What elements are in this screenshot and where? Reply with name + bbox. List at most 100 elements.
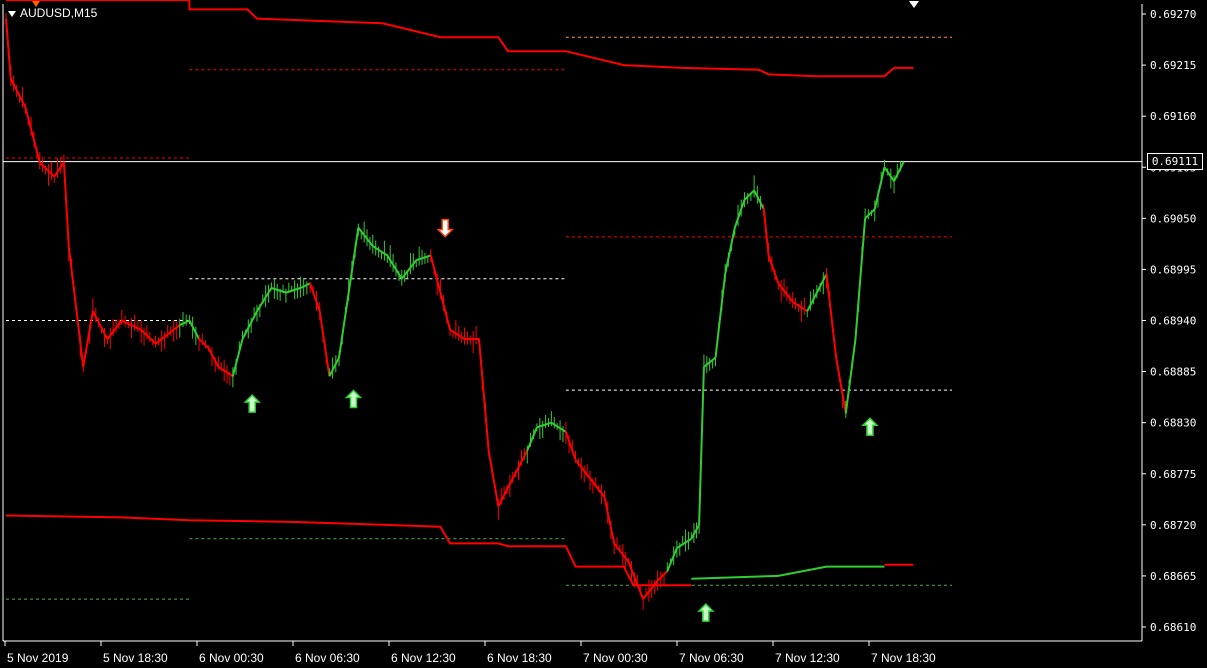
- price-segment: [676, 537, 692, 549]
- price-segment: [256, 287, 273, 312]
- sell-arrow-icon[interactable]: [436, 218, 455, 238]
- price-segment: [883, 166, 895, 182]
- time-tick-label: 6 Nov 00:30: [199, 651, 264, 665]
- price-segment: [179, 319, 190, 327]
- price-segment: [39, 161, 55, 178]
- time-tick-label: 5 Nov 18:30: [103, 651, 168, 665]
- time-tick-label: 7 Nov 06:30: [679, 651, 744, 665]
- price-segment: [357, 227, 374, 247]
- price-segment: [449, 328, 466, 340]
- price-segment: [613, 542, 630, 563]
- chevron-down-icon[interactable]: [8, 10, 16, 17]
- time-tick-label: 6 Nov 18:30: [487, 651, 552, 665]
- price-segment: [318, 311, 331, 377]
- price-segment: [439, 292, 452, 331]
- price-segment: [526, 426, 538, 451]
- price-segment: [299, 282, 311, 289]
- buy-arrow-icon[interactable]: [344, 389, 363, 409]
- price-segment: [536, 421, 552, 429]
- price-segment: [589, 477, 606, 498]
- price-segment: [67, 246, 85, 368]
- arrow-shape: [861, 417, 879, 437]
- price-segment: [806, 292, 818, 312]
- price-segment: [372, 245, 388, 257]
- price-segment: [386, 254, 403, 280]
- price-segment: [603, 496, 616, 544]
- level-lines: [3, 36, 1142, 600]
- price-tick-label: 0.69215: [1150, 59, 1196, 72]
- symbol-title-text: AUDUSD,M15: [20, 6, 98, 20]
- price-segment: [825, 273, 838, 358]
- buy-arrow-icon[interactable]: [697, 603, 715, 622]
- price-tick-label: 0.68995: [1150, 263, 1196, 276]
- price-segment: [198, 338, 210, 350]
- price-segment: [82, 311, 94, 368]
- price-segment: [743, 189, 755, 201]
- price-segment: [241, 310, 258, 340]
- arrow-shape: [436, 218, 455, 238]
- price-segment: [835, 357, 847, 414]
- price-segment: [864, 208, 876, 220]
- price-series: [5, 13, 905, 610]
- price-tick-label: 0.68830: [1150, 417, 1196, 430]
- price-segment: [893, 161, 905, 182]
- price-segment: [753, 190, 765, 210]
- price-segment: [53, 162, 65, 178]
- price-segment: [9, 78, 27, 108]
- price-segment: [309, 283, 321, 312]
- price-segment: [873, 167, 886, 210]
- price-segment: [767, 255, 780, 284]
- time-tick-label: 7 Nov 12:30: [775, 651, 840, 665]
- price-segment: [217, 366, 234, 378]
- price-segment: [497, 477, 514, 507]
- price-segment: [188, 320, 200, 340]
- arrow-shape: [344, 389, 363, 409]
- price-segment: [656, 570, 668, 582]
- price-segment: [574, 459, 591, 480]
- price-segment: [328, 357, 340, 377]
- price-segment: [106, 319, 123, 340]
- arrow-shape: [697, 603, 715, 622]
- price-segment: [724, 227, 736, 275]
- upper-band-line: [6, 0, 914, 78]
- time-tick-label: 5 Nov 2019: [7, 651, 69, 665]
- price-segment: [642, 579, 659, 600]
- price-segment: [815, 273, 828, 294]
- price-tick-label: 0.68775: [1150, 468, 1196, 481]
- buy-arrow-icon[interactable]: [243, 394, 261, 413]
- price-segment: [347, 227, 360, 293]
- price-segment: [564, 431, 577, 461]
- price-segment: [478, 338, 490, 451]
- chart-shift-marker-icon: [909, 1, 919, 8]
- symbol-title[interactable]: AUDUSD,M15: [8, 6, 97, 20]
- price-segment: [844, 338, 857, 414]
- price-segment: [733, 199, 746, 228]
- price-segment: [415, 254, 432, 262]
- signal-arrows[interactable]: [243, 218, 879, 622]
- price-tick-label: 0.68885: [1150, 366, 1196, 379]
- chart-canvas[interactable]: 0.692700.692150.691600.691050.690500.689…: [0, 0, 1207, 668]
- price-tick-label: 0.68610: [1150, 621, 1196, 634]
- time-tick-label: 6 Nov 12:30: [391, 651, 456, 665]
- price-segment: [140, 329, 157, 345]
- time-tick-label: 7 Nov 18:30: [871, 651, 936, 665]
- price-segment: [511, 450, 529, 479]
- price-segment: [91, 310, 109, 340]
- price-tick-label: 0.69270: [1150, 8, 1196, 21]
- price-segment: [231, 338, 244, 377]
- current-price-tag: 0.69111: [1147, 153, 1203, 170]
- lower-band-line: [5, 514, 692, 587]
- price-tick-label: 0.68665: [1150, 570, 1196, 583]
- price-segment: [690, 524, 700, 540]
- price-segment: [285, 287, 301, 294]
- time-tick-label: 7 Nov 00:30: [583, 651, 648, 665]
- price-tick-label: 0.68940: [1150, 315, 1196, 328]
- price-segment: [400, 259, 418, 280]
- price-segment: [24, 106, 41, 163]
- price-tick-label: 0.68720: [1150, 519, 1196, 532]
- price-segment: [487, 450, 500, 507]
- price-segment: [714, 273, 727, 358]
- buy-arrow-icon[interactable]: [861, 417, 879, 437]
- lower-band-bull-line: [691, 565, 885, 580]
- price-segment: [792, 301, 808, 313]
